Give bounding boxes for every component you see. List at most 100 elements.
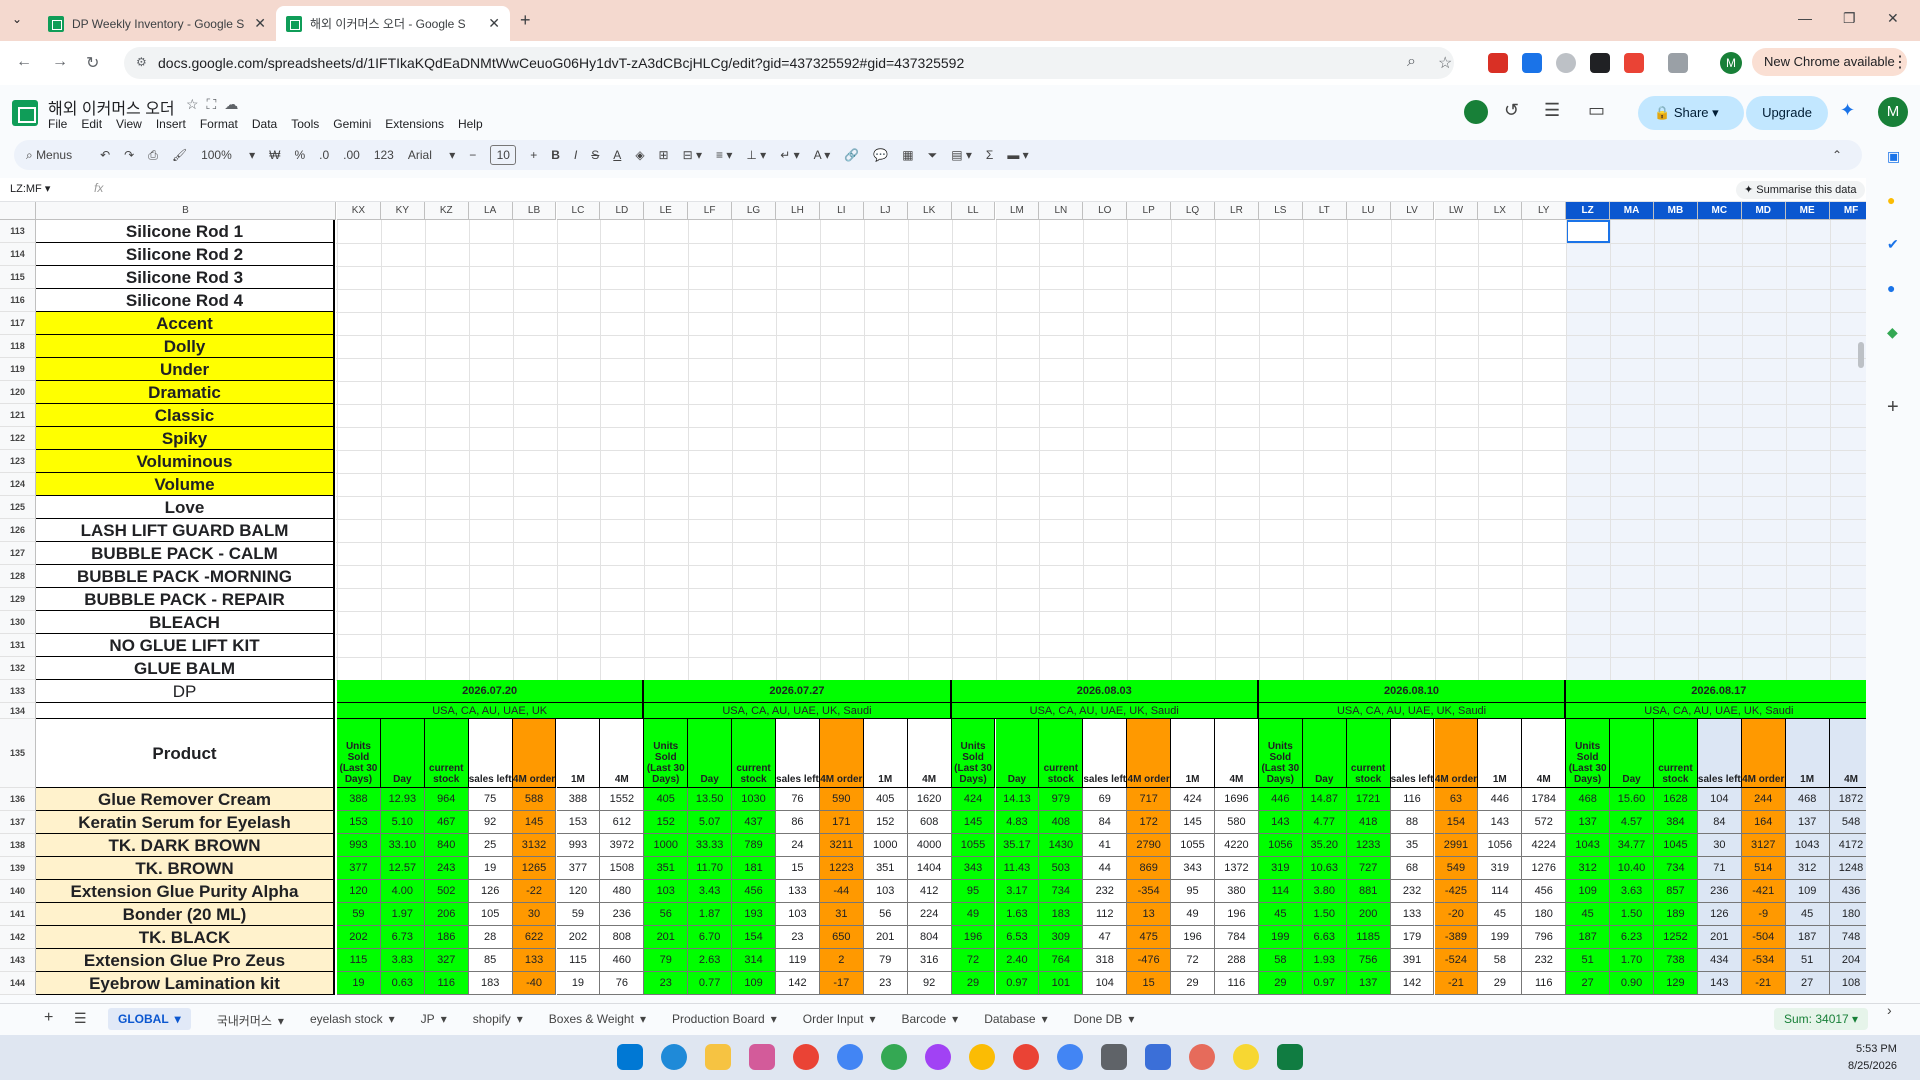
upgrade-button[interactable]: Upgrade (1746, 96, 1828, 130)
row-header[interactable]: 127 (0, 542, 36, 565)
data-cell[interactable]: 12.57 (380, 857, 425, 880)
data-cell[interactable]: 103 (776, 903, 820, 926)
column-header[interactable]: MD (1741, 202, 1786, 220)
tab-search-icon[interactable]: ⌄ (12, 12, 22, 26)
row-header[interactable]: 135 (0, 719, 36, 788)
product-cell[interactable]: Silicone Rod 3 (36, 266, 335, 289)
url-field[interactable]: ⚙ docs.google.com/spreadsheets/d/1IFTIka… (124, 47, 1454, 79)
data-cell[interactable]: 187 (1566, 926, 1611, 949)
row-header[interactable]: 115 (0, 266, 36, 289)
merge-cells-icon[interactable]: ⊟ ▾ (683, 148, 702, 162)
data-cell[interactable]: 377 (556, 857, 601, 880)
week-region-cell[interactable]: USA, CA, AU, UAE, UK, Saudi (951, 703, 1259, 719)
italic-icon[interactable]: I (574, 148, 577, 162)
data-cell[interactable]: 436 (1829, 880, 1866, 903)
row-header[interactable]: 122 (0, 427, 36, 450)
active-cell[interactable] (1566, 220, 1611, 243)
zoom-select[interactable]: 100% ▾ (201, 148, 255, 162)
column-subheader-cell[interactable]: 1M (1785, 719, 1830, 788)
data-cell[interactable]: 4224 (1522, 834, 1567, 857)
data-cell[interactable]: 11.43 (995, 857, 1040, 880)
data-cell[interactable]: 236 (1697, 880, 1742, 903)
notepad-icon[interactable] (1145, 1044, 1171, 1070)
data-cell[interactable]: 103 (644, 880, 689, 903)
new-chrome-button[interactable]: New Chrome available (1752, 48, 1907, 76)
data-cell[interactable]: 881 (1346, 880, 1391, 903)
data-cell[interactable]: 6.53 (995, 926, 1040, 949)
column-subheader-cell[interactable]: 4M (600, 719, 645, 788)
new-tab-icon[interactable]: + (520, 10, 531, 31)
data-cell[interactable]: 28 (468, 926, 513, 949)
data-cell[interactable]: 0.97 (995, 972, 1040, 995)
column-subheader-cell[interactable]: sales left (1390, 719, 1435, 788)
column-subheader-cell[interactable]: Day (1302, 719, 1347, 788)
menu-help[interactable]: Help (458, 117, 483, 131)
data-cell[interactable]: 590 (819, 788, 864, 811)
meet-video-icon[interactable]: ▭ (1588, 100, 1605, 121)
text-color-icon[interactable]: A (613, 148, 621, 162)
data-cell[interactable]: 475 (1127, 926, 1172, 949)
data-cell[interactable]: 3.83 (380, 949, 425, 972)
data-cell[interactable]: 109 (1566, 880, 1611, 903)
product-cell[interactable]: NO GLUE LIFT KIT (36, 634, 335, 657)
data-cell[interactable]: 189 (1654, 903, 1698, 926)
data-cell[interactable]: 232 (1083, 880, 1128, 903)
week-region-cell[interactable]: USA, CA, AU, UAE, UK, Saudi (1258, 703, 1567, 719)
data-cell[interactable]: 116 (1390, 788, 1435, 811)
data-cell[interactable]: 446 (1258, 788, 1303, 811)
data-cell[interactable]: 196 (951, 926, 996, 949)
history-icon[interactable]: ↺ (1504, 100, 1519, 121)
data-cell[interactable]: 19 (337, 972, 381, 995)
data-cell[interactable]: 0.77 (688, 972, 733, 995)
column-header[interactable]: LU (1346, 202, 1391, 220)
data-cell[interactable]: 434 (1697, 949, 1742, 972)
data-cell[interactable]: 588 (512, 788, 557, 811)
calendar-icon[interactable]: ▣ (1887, 148, 1900, 165)
sheet-tab-menu-icon[interactable]: ▾ (869, 1012, 875, 1026)
data-cell[interactable]: 4.57 (1610, 811, 1654, 834)
product-cell[interactable]: Classic (36, 404, 335, 427)
column-header[interactable]: LY (1522, 202, 1567, 220)
data-cell[interactable]: 29 (1171, 972, 1215, 995)
column-subheader-cell[interactable]: 4M order (1127, 719, 1172, 788)
data-cell[interactable]: 199 (1258, 926, 1303, 949)
product-cell[interactable]: Silicone Rod 4 (36, 289, 335, 312)
data-cell[interactable]: 79 (644, 949, 689, 972)
data-cell[interactable]: 56 (644, 903, 689, 926)
sheet-tab[interactable]: Barcode ▾ (901, 1012, 958, 1030)
chrome-icon[interactable] (969, 1044, 995, 1070)
data-cell[interactable]: 63 (1434, 788, 1479, 811)
row-header[interactable]: 144 (0, 972, 36, 995)
data-cell[interactable]: 154 (1434, 811, 1479, 834)
data-cell[interactable]: 468 (1785, 788, 1830, 811)
data-cell[interactable]: 29 (951, 972, 996, 995)
data-cell[interactable]: 6.63 (1302, 926, 1347, 949)
data-cell[interactable]: 72 (951, 949, 996, 972)
data-cell[interactable]: 171 (819, 811, 864, 834)
week-region-cell[interactable]: USA, CA, AU, UAE, UK, Saudi (644, 703, 952, 719)
data-cell[interactable]: 480 (600, 880, 645, 903)
column-subheader-cell[interactable]: sales left (1083, 719, 1128, 788)
data-cell[interactable]: 1620 (907, 788, 952, 811)
data-cell[interactable]: 133 (1390, 903, 1435, 926)
data-cell[interactable]: 1030 (732, 788, 776, 811)
data-cell[interactable]: 224 (907, 903, 952, 926)
product-cell[interactable]: Love (36, 496, 335, 519)
week-region-cell[interactable]: USA, CA, AU, UAE, UK (337, 703, 645, 719)
sheet-tab-menu-icon[interactable]: ▾ (640, 1012, 646, 1026)
column-subheader-cell[interactable]: Units Sold (Last 30 Days) (644, 719, 689, 788)
row-header[interactable]: 142 (0, 926, 36, 949)
data-cell[interactable]: -354 (1127, 880, 1172, 903)
font-select[interactable]: Arial ▾ (408, 148, 455, 162)
column-header[interactable]: LW (1434, 202, 1479, 220)
data-cell[interactable]: 840 (424, 834, 469, 857)
data-cell[interactable]: 152 (644, 811, 689, 834)
data-cell[interactable]: 126 (1697, 903, 1742, 926)
data-cell[interactable]: 6.23 (1610, 926, 1654, 949)
data-cell[interactable]: 3132 (512, 834, 557, 857)
column-header[interactable]: MA (1610, 202, 1654, 220)
column-subheader-cell[interactable]: 4M (1215, 719, 1259, 788)
data-cell[interactable]: 2991 (1434, 834, 1479, 857)
column-header[interactable]: LZ (1566, 202, 1611, 220)
menu-view[interactable]: View (116, 117, 142, 131)
